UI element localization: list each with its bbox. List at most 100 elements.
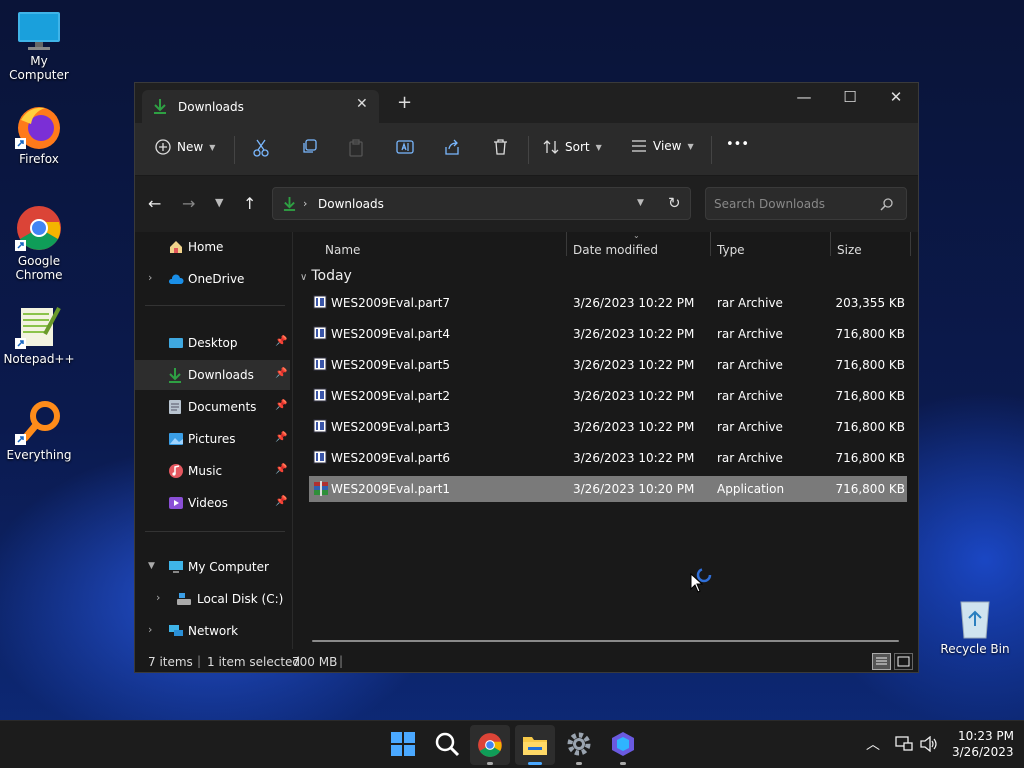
pin-icon[interactable]: 📌 <box>275 464 287 475</box>
table-row-selected[interactable]: WES2009Eval.part1 3/26/2023 10:20 PM App… <box>309 476 907 502</box>
breadcrumb-chevron-icon: › <box>303 197 308 210</box>
new-tab-button[interactable]: + <box>397 92 412 113</box>
sort-button[interactable]: Sort ▼ <box>543 139 602 155</box>
running-indicator <box>620 762 626 765</box>
copilot-icon[interactable] <box>610 731 636 757</box>
close-button[interactable]: ✕ <box>873 88 919 106</box>
more-options-button[interactable]: ••• <box>726 137 749 152</box>
desktop-icon-recycle-bin[interactable]: Recycle Bin <box>937 596 1013 656</box>
sidebar-item-desktop[interactable]: Desktop 📌 <box>135 328 290 358</box>
sidebar-item-label: Desktop <box>188 336 238 350</box>
search-icon[interactable] <box>434 731 460 757</box>
sidebar-item-my-computer[interactable]: ▼ My Computer <box>135 552 290 582</box>
desktop-icon-label: Google Chrome <box>15 254 63 282</box>
back-arrow-icon[interactable]: ← <box>148 194 161 213</box>
magnifier-icon <box>15 401 60 445</box>
sidebar-item-onedrive[interactable]: › OneDrive <box>135 264 290 294</box>
settings-gear-icon[interactable] <box>566 731 592 757</box>
column-header-size[interactable]: Size <box>837 243 862 257</box>
desktop-icon-firefox[interactable]: Firefox <box>1 104 77 166</box>
breadcrumb[interactable]: Downloads <box>318 197 384 211</box>
table-row[interactable]: WES2009Eval.part3 3/26/2023 10:22 PM rar… <box>309 414 907 440</box>
details-view-icon <box>876 657 887 665</box>
network-status-icon[interactable] <box>895 736 913 752</box>
search-box[interactable]: Search Downloads <box>705 187 907 220</box>
start-windows-icon[interactable] <box>390 731 416 757</box>
table-row[interactable]: WES2009Eval.part4 3/26/2023 10:22 PM rar… <box>309 321 907 347</box>
table-row[interactable]: WES2009Eval.part5 3/26/2023 10:22 PM rar… <box>309 352 907 378</box>
column-divider[interactable] <box>910 232 911 256</box>
active-indicator <box>528 762 542 765</box>
expand-chevron-icon[interactable]: › <box>148 623 152 636</box>
copy-icon[interactable] <box>301 139 317 155</box>
address-dropdown-chevron-icon[interactable]: ▼ <box>637 198 644 208</box>
column-header-type[interactable]: Type <box>717 243 745 257</box>
table-row[interactable]: WES2009Eval.part2 3/26/2023 10:22 PM rar… <box>309 383 907 409</box>
show-hidden-icons-chevron-icon[interactable]: ︿ <box>866 734 880 754</box>
delete-icon[interactable] <box>493 139 508 155</box>
details-view-button[interactable] <box>872 653 891 670</box>
new-button[interactable]: New ▼ <box>155 139 215 155</box>
share-icon[interactable] <box>444 139 460 155</box>
recent-locations-chevron-icon[interactable]: ▼ <box>215 196 223 209</box>
document-icon <box>169 400 181 414</box>
cut-icon[interactable] <box>253 139 269 157</box>
pin-icon[interactable]: 📌 <box>275 368 287 379</box>
column-divider[interactable] <box>566 232 567 256</box>
sidebar-item-music[interactable]: Music 📌 <box>135 456 290 486</box>
sidebar-item-documents[interactable]: Documents 📌 <box>135 392 290 422</box>
column-divider[interactable] <box>830 232 831 256</box>
collapse-chevron-icon[interactable]: ▼ <box>148 561 155 571</box>
desktop-icon-everything[interactable]: Everything <box>1 400 77 462</box>
expand-chevron-icon[interactable]: › <box>156 591 160 604</box>
notepadpp-icon <box>15 307 61 349</box>
horizontal-scrollbar[interactable] <box>312 640 899 642</box>
chrome-taskbar-button[interactable] <box>470 725 510 765</box>
group-header-today[interactable]: ∨ Today <box>300 268 352 284</box>
address-bar[interactable]: › Downloads ▼ ↻ <box>272 187 691 220</box>
minimize-button[interactable]: — <box>781 88 827 106</box>
pin-icon[interactable]: 📌 <box>275 400 287 411</box>
file-explorer-taskbar-button[interactable] <box>515 725 555 765</box>
pin-icon[interactable]: 📌 <box>275 432 287 443</box>
navigation-pane: Home › OneDrive Desktop 📌 Downloads 📌 Do… <box>135 232 292 649</box>
rename-icon[interactable] <box>396 139 414 155</box>
group-label: Today <box>311 268 352 284</box>
maximize-button[interactable]: ☐ <box>827 88 873 106</box>
sidebar-item-home[interactable]: Home <box>135 232 290 262</box>
pin-icon[interactable]: 📌 <box>275 496 287 507</box>
pin-icon[interactable]: 📌 <box>275 336 287 347</box>
column-header-date[interactable]: Date modified <box>573 243 658 257</box>
sidebar-item-pictures[interactable]: Pictures 📌 <box>135 424 290 454</box>
divider <box>711 136 712 164</box>
tiles-view-button[interactable] <box>894 653 913 670</box>
forward-arrow-icon[interactable]: → <box>182 194 195 213</box>
refresh-icon[interactable]: ↻ <box>668 194 681 212</box>
expand-chevron-icon[interactable]: › <box>148 271 152 284</box>
home-icon <box>170 241 182 253</box>
table-row[interactable]: WES2009Eval.part6 3/26/2023 10:22 PM rar… <box>309 445 907 471</box>
file-name: WES2009Eval.part6 <box>331 451 451 465</box>
sidebar-item-network[interactable]: › Network <box>135 616 290 646</box>
table-row[interactable]: WES2009Eval.part7 3/26/2023 10:22 PM rar… <box>309 290 907 316</box>
rar-archive-icon <box>313 326 327 340</box>
volume-icon[interactable] <box>920 736 938 752</box>
paste-icon[interactable] <box>348 139 364 157</box>
search-input[interactable]: Search Downloads <box>714 197 825 211</box>
desktop-icon-my-computer[interactable]: My Computer <box>1 10 77 82</box>
sidebar-item-local-disk[interactable]: › Local Disk (C:) <box>135 584 290 614</box>
tab-downloads[interactable]: Downloads ✕ <box>142 90 379 123</box>
status-bar: 7 items | 1 item selected 700 MB | <box>135 649 918 674</box>
up-arrow-icon[interactable]: ↑ <box>243 194 256 213</box>
desktop-icon-notepadpp[interactable]: Notepad++ <box>1 304 77 366</box>
tab-close-icon[interactable]: ✕ <box>356 96 368 112</box>
sidebar-item-videos[interactable]: Videos 📌 <box>135 488 290 518</box>
clock-date[interactable]: 3/26/2023 <box>952 745 1014 759</box>
clock-time[interactable]: 10:23 PM <box>958 729 1014 743</box>
view-button[interactable]: View ▼ <box>631 139 694 153</box>
sidebar-item-downloads[interactable]: Downloads 📌 <box>135 360 290 390</box>
column-divider[interactable] <box>710 232 711 256</box>
desktop-icon-chrome[interactable]: Google Chrome <box>1 204 77 282</box>
column-header-name[interactable]: Name <box>325 243 360 257</box>
file-date: 3/26/2023 10:20 PM <box>573 482 695 496</box>
